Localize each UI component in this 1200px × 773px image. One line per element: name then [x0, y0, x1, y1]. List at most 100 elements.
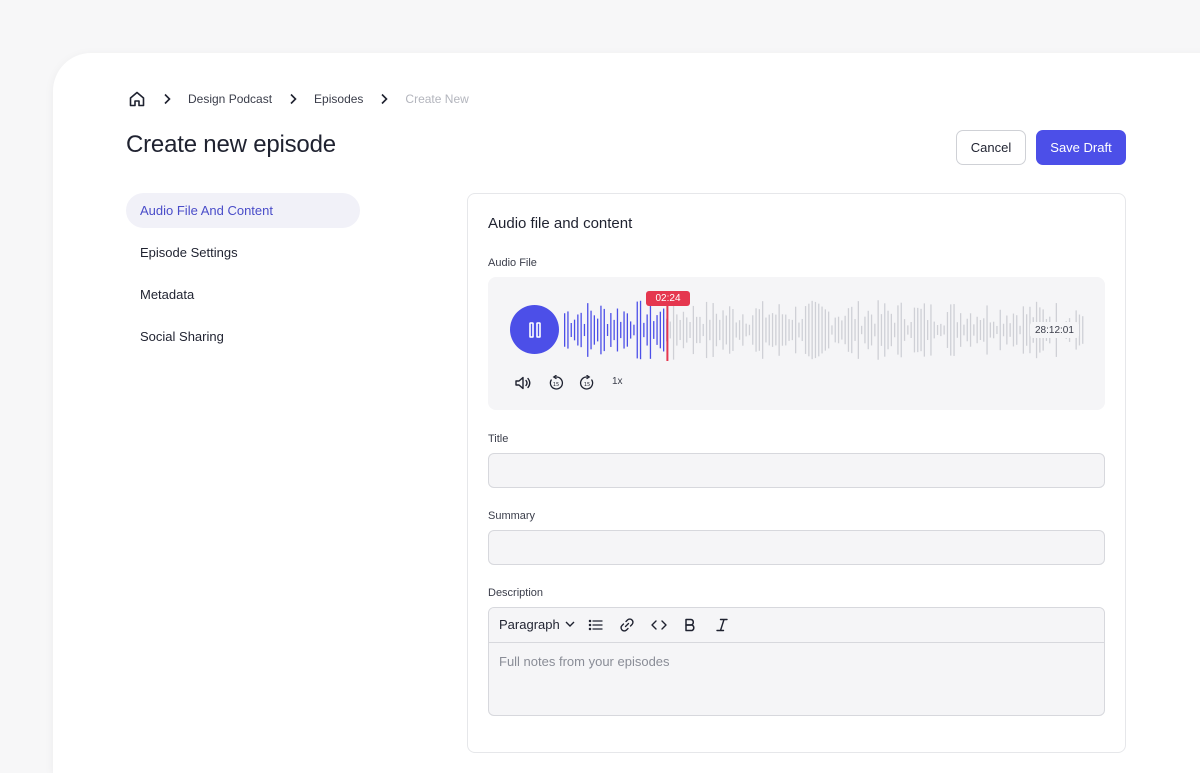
chevron-right-icon	[286, 93, 300, 105]
waveform-bar	[573, 319, 576, 341]
waveform-bar	[567, 311, 569, 349]
save-draft-button[interactable]: Save Draft	[1036, 130, 1126, 165]
forward-15-icon[interactable]: 15	[578, 374, 596, 392]
waveform-bar	[966, 318, 968, 342]
editor-toolbar: Paragraph	[489, 608, 1104, 643]
waveform-bar	[927, 320, 929, 340]
paragraph-format-dropdown[interactable]: Paragraph	[499, 617, 575, 632]
waveform-bar	[748, 324, 751, 336]
waveform-bar	[798, 322, 800, 338]
bold-icon[interactable]	[681, 616, 699, 634]
waveform-bar	[996, 325, 998, 335]
sidebar-item-audio-file[interactable]: Audio File And Content	[126, 193, 360, 228]
audio-file-label: Audio File	[488, 257, 537, 269]
duration-label: 28:12:01	[1030, 322, 1079, 338]
rewind-15-icon[interactable]: 15	[547, 374, 565, 392]
waveform-bar	[587, 303, 589, 357]
waveform-bar	[864, 316, 866, 344]
pause-button[interactable]	[510, 305, 559, 354]
waveform-bar	[570, 322, 572, 338]
waveform-bar	[593, 315, 595, 345]
code-icon[interactable]	[650, 616, 668, 634]
waveform-bar	[620, 321, 622, 339]
waveform-bar	[752, 315, 754, 345]
waveform-bar	[672, 300, 675, 360]
waveform-bar	[989, 322, 991, 338]
chevron-down-icon	[565, 621, 575, 627]
audio-waveform[interactable]	[563, 294, 1085, 366]
waveform-bar	[699, 316, 701, 344]
waveform-bar	[775, 314, 777, 346]
waveform-bar	[722, 310, 724, 350]
waveform-bar	[738, 320, 741, 340]
sidebar-item-social-sharing[interactable]: Social Sharing	[126, 319, 360, 354]
waveform-bar	[1078, 314, 1081, 346]
summary-input[interactable]	[488, 530, 1105, 565]
playhead-cursor[interactable]	[666, 304, 669, 361]
waveform-bar	[580, 312, 582, 348]
current-time-badge: 02:24	[646, 291, 690, 306]
italic-icon[interactable]	[713, 616, 731, 634]
waveform-bar	[679, 319, 681, 341]
waveform-bar	[986, 305, 988, 355]
waveform-bar	[755, 308, 757, 352]
waveform-bar	[953, 304, 955, 356]
waveform-bar	[577, 314, 579, 346]
cancel-button[interactable]: Cancel	[956, 130, 1026, 165]
description-editor[interactable]: Paragraph Full notes from your episodes	[488, 607, 1105, 716]
waveform-bar	[969, 313, 972, 347]
waveform-bar	[600, 305, 602, 355]
title-input[interactable]	[488, 453, 1105, 488]
waveform-bar	[887, 310, 889, 350]
link-icon[interactable]	[618, 616, 636, 634]
waveform-bar	[993, 321, 995, 339]
waveform-bar	[847, 308, 850, 352]
sidebar-item-episode-settings[interactable]: Episode Settings	[126, 235, 360, 270]
waveform-bar	[686, 317, 688, 343]
waveform-bar	[1002, 323, 1005, 337]
sidebar-item-metadata[interactable]: Metadata	[126, 277, 360, 312]
waveform-bar	[920, 308, 922, 352]
volume-icon[interactable]	[514, 374, 532, 392]
list-icon[interactable]	[587, 616, 605, 634]
waveform-bar	[597, 318, 599, 342]
waveform-bar	[973, 324, 975, 336]
waveform-bar	[613, 319, 615, 341]
waveform-bar	[940, 323, 942, 337]
summary-label: Summary	[488, 510, 536, 522]
waveform-bar	[956, 322, 958, 338]
waveform-bar	[623, 311, 625, 349]
waveform-bar	[732, 309, 734, 351]
waveform-bar	[979, 320, 982, 340]
waveform-bar	[788, 319, 790, 341]
waveform-bar	[663, 308, 665, 352]
waveform-bar	[639, 300, 642, 360]
waveform-bar	[659, 311, 661, 349]
waveform-bar	[814, 301, 817, 359]
waveform-bar	[1022, 306, 1024, 354]
playback-speed[interactable]: 1x	[612, 376, 623, 387]
waveform-bar	[1019, 325, 1021, 335]
waveform-bar	[923, 303, 925, 357]
svg-text:15: 15	[553, 382, 559, 388]
waveform-bar	[983, 318, 985, 342]
waveform-bar	[742, 314, 744, 346]
waveform-bar	[692, 305, 694, 355]
chevron-right-icon	[160, 93, 174, 105]
home-icon[interactable]	[128, 90, 146, 108]
waveform-bar	[976, 316, 978, 344]
waveform-bar	[890, 313, 892, 347]
waveform-bar	[831, 325, 833, 335]
waveform-bar	[765, 317, 767, 343]
waveform-bar	[851, 306, 853, 354]
waveform-bar	[1012, 313, 1015, 347]
waveform-bar	[824, 309, 826, 351]
description-label: Description	[488, 587, 544, 599]
breadcrumb-episodes[interactable]: Episodes	[314, 92, 363, 106]
waveform-bar	[870, 314, 873, 346]
breadcrumb-design-podcast[interactable]: Design Podcast	[188, 92, 272, 106]
waveform-bar	[936, 325, 939, 335]
waveform-bar	[630, 321, 632, 339]
waveform-bar	[643, 322, 645, 338]
breadcrumb: Design Podcast Episodes Create New	[128, 89, 469, 109]
